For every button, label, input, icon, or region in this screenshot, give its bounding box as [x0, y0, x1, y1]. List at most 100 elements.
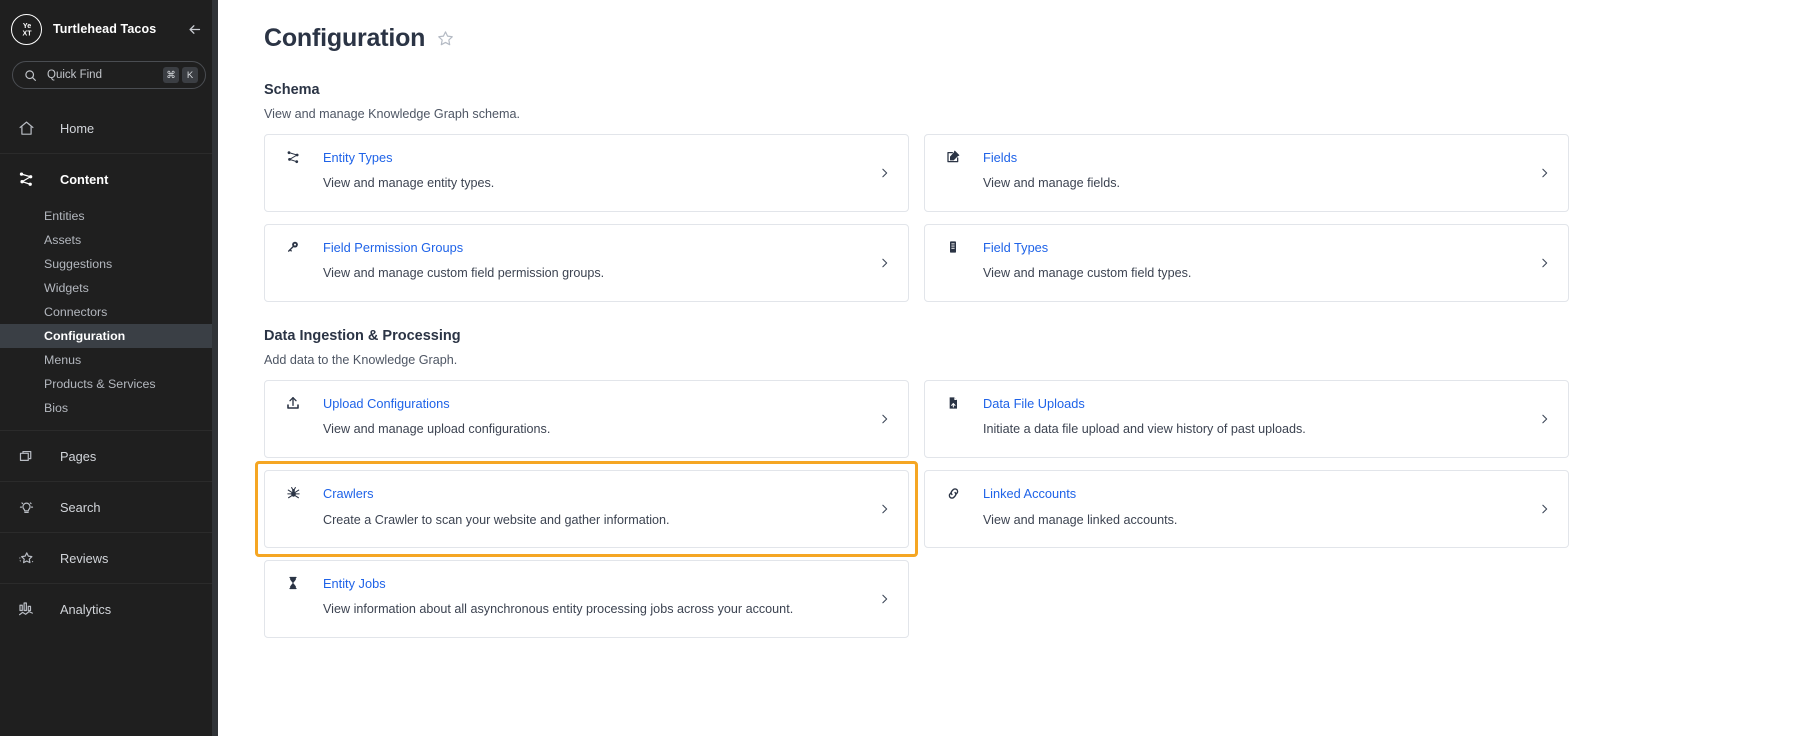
- sidebar-group-home: Home: [0, 103, 218, 153]
- card-link-fields[interactable]: Fields: [983, 150, 1017, 165]
- card-desc-field-types: View and manage custom field types.: [983, 266, 1192, 280]
- card-linked-accounts[interactable]: Linked Accounts View and manage linked a…: [924, 470, 1569, 548]
- sidebar: Ye XT Turtlehead Tacos Quick Find ⌘ K Ho…: [0, 0, 218, 736]
- sidebar-item-search[interactable]: Search: [0, 482, 218, 532]
- card-link-entity-jobs[interactable]: Entity Jobs: [323, 576, 386, 591]
- sidebar-label-reviews: Reviews: [60, 550, 109, 566]
- section-title-schema: Schema: [264, 82, 320, 98]
- sidebar-item-menus[interactable]: Menus: [0, 348, 218, 372]
- sidebar-item-suggestions[interactable]: Suggestions: [0, 252, 218, 276]
- card-desc-fields: View and manage fields.: [983, 176, 1120, 190]
- card-fields[interactable]: Fields View and manage fields.: [924, 134, 1569, 212]
- edit-box-icon: [944, 149, 962, 165]
- sidebar-subitems-content: Entities Assets Suggestions Widgets Conn…: [0, 204, 218, 430]
- card-header: Upload Configurations: [284, 395, 892, 411]
- sidebar-label-content: Content: [60, 171, 109, 187]
- sidebar-item-configuration[interactable]: Configuration: [0, 324, 218, 348]
- sidebar-item-connectors[interactable]: Connectors: [0, 300, 218, 324]
- card-link-field-permission-groups[interactable]: Field Permission Groups: [323, 240, 463, 255]
- sidebar-group-pages: Pages: [0, 430, 218, 481]
- arrow-left-icon[interactable]: [184, 19, 204, 39]
- card-header: Linked Accounts: [944, 485, 1552, 502]
- sidebar-item-reviews[interactable]: Reviews: [0, 533, 218, 583]
- sidebar-group-analytics: Analytics: [0, 583, 218, 634]
- chevron-right-icon[interactable]: [878, 257, 891, 270]
- card-desc-entity-types: View and manage entity types.: [323, 176, 495, 190]
- svg-text:XT: XT: [22, 30, 32, 38]
- sidebar-group-search: Search: [0, 481, 218, 532]
- chevron-right-icon[interactable]: [1538, 167, 1551, 180]
- chevron-right-icon[interactable]: [878, 167, 891, 180]
- card-link-linked-accounts[interactable]: Linked Accounts: [983, 486, 1076, 501]
- upload-icon: [284, 395, 302, 411]
- card-header: Fields: [944, 149, 1552, 165]
- card-header: Entity Jobs: [284, 575, 892, 591]
- card-desc-linked-accounts: View and manage linked accounts.: [983, 513, 1178, 527]
- sidebar-label-analytics: Analytics: [60, 601, 112, 617]
- data-ingestion-card-grid: Upload Configurations View and manage up…: [255, 380, 1813, 638]
- knowledge-graph-icon: [16, 170, 36, 188]
- card-crawlers[interactable]: Crawlers Create a Crawler to scan your w…: [264, 470, 909, 548]
- key-icon: [284, 239, 302, 255]
- card-link-upload-configurations[interactable]: Upload Configurations: [323, 396, 450, 411]
- card-entity-jobs[interactable]: Entity Jobs View information about all a…: [264, 560, 909, 638]
- card-slot: Entity Types View and manage entity type…: [264, 134, 909, 212]
- card-field-types[interactable]: Field Types View and manage custom field…: [924, 224, 1569, 302]
- page-header: Configuration: [264, 24, 1813, 53]
- section-desc-data-ingestion: Add data to the Knowledge Graph.: [264, 353, 458, 367]
- sidebar-item-content[interactable]: Content: [0, 154, 218, 204]
- card-header: Crawlers: [284, 485, 892, 502]
- shortcut-modifier-key: ⌘: [163, 67, 179, 83]
- card-upload-configurations[interactable]: Upload Configurations View and manage up…: [264, 380, 909, 458]
- sidebar-item-home[interactable]: Home: [0, 103, 218, 153]
- card-link-data-file-uploads[interactable]: Data File Uploads: [983, 396, 1085, 411]
- quick-find-wrap: Quick Find ⌘ K: [0, 58, 218, 103]
- sidebar-label-pages: Pages: [60, 448, 97, 464]
- card-slot: Entity Jobs View information about all a…: [264, 560, 909, 638]
- sidebar-item-pages[interactable]: Pages: [0, 431, 218, 481]
- yext-logo-icon: Ye XT: [11, 13, 42, 45]
- card-link-crawlers[interactable]: Crawlers: [323, 486, 373, 501]
- card-desc-field-permission-groups: View and manage custom field permission …: [323, 266, 605, 280]
- sidebar-group-content: Content Entities Assets Suggestions Widg…: [0, 153, 218, 430]
- sidebar-item-bios[interactable]: Bios: [0, 396, 218, 420]
- sidebar-item-entities[interactable]: Entities: [0, 204, 218, 228]
- card-slot-crawlers: Crawlers Create a Crawler to scan your w…: [255, 461, 918, 557]
- sidebar-label-home: Home: [60, 120, 95, 136]
- search-input[interactable]: Quick Find ⌘ K: [12, 61, 206, 89]
- sidebar-item-widgets[interactable]: Widgets: [0, 276, 218, 300]
- chevron-right-icon[interactable]: [1538, 257, 1551, 270]
- card-field-permission-groups[interactable]: Field Permission Groups View and manage …: [264, 224, 909, 302]
- card-link-field-types[interactable]: Field Types: [983, 240, 1048, 255]
- chevron-right-icon[interactable]: [878, 503, 891, 516]
- spider-icon: [284, 485, 302, 502]
- lightbulb-icon: [16, 499, 36, 516]
- link-icon: [944, 485, 962, 502]
- card-desc-data-file-uploads: Initiate a data file upload and view his…: [983, 422, 1306, 436]
- card-data-file-uploads[interactable]: Data File Uploads Initiate a data file u…: [924, 380, 1569, 458]
- star-outline-icon[interactable]: [436, 29, 455, 48]
- chevron-right-icon[interactable]: [878, 593, 891, 606]
- section-data-ingestion: Data Ingestion & Processing Add data to …: [255, 328, 1813, 638]
- sidebar-item-analytics[interactable]: Analytics: [0, 584, 218, 634]
- quick-find-placeholder: Quick Find: [47, 69, 102, 81]
- sidebar-item-products-services[interactable]: Products & Services: [0, 372, 218, 396]
- card-entity-types[interactable]: Entity Types View and manage entity type…: [264, 134, 909, 212]
- card-desc-upload-configurations: View and manage upload configurations.: [323, 422, 551, 436]
- card-header: Data File Uploads: [944, 395, 1552, 411]
- card-link-entity-types[interactable]: Entity Types: [323, 150, 392, 165]
- card-slot: Linked Accounts View and manage linked a…: [924, 470, 1569, 548]
- sidebar-group-reviews: Reviews: [0, 532, 218, 583]
- card-header: Field Types: [944, 239, 1552, 255]
- list-document-icon: [944, 239, 962, 255]
- search-icon: [24, 69, 38, 82]
- chevron-right-icon[interactable]: [1538, 413, 1551, 426]
- knowledge-graph-icon: [284, 149, 302, 165]
- chevron-right-icon[interactable]: [1538, 503, 1551, 516]
- chevron-right-icon[interactable]: [878, 413, 891, 426]
- card-desc-entity-jobs: View information about all asynchronous …: [323, 602, 794, 616]
- section-desc-schema: View and manage Knowledge Graph schema.: [264, 107, 521, 121]
- sidebar-item-assets[interactable]: Assets: [0, 228, 218, 252]
- section-schema: Schema View and manage Knowledge Graph s…: [264, 82, 1813, 302]
- card-header: Entity Types: [284, 149, 892, 165]
